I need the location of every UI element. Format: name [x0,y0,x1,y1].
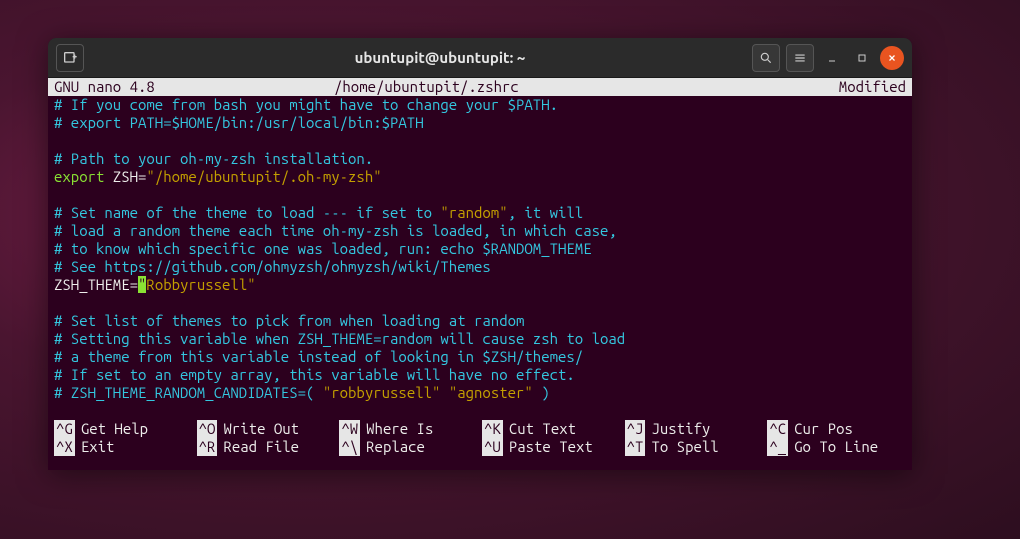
titlebar-left [56,44,176,72]
close-button[interactable] [880,46,904,70]
shortcut-to-spell: ^TTo Spell [625,438,764,456]
editor-line: # Setting this variable when ZSH_THEME=r… [54,330,625,347]
editor-line: # See https://github.com/ohmyzsh/ohmyzsh… [54,258,491,275]
nano-shortcuts-row1: ^GGet Help ^OWrite Out ^WWhere Is ^KCut … [48,420,912,438]
editor-line: # to know which specific one was loaded,… [54,240,592,257]
editor-line: export ZSH="/home/ubuntupit/.oh-my-zsh" [54,168,906,186]
editor-line: # a theme from this variable instead of … [54,348,583,365]
window-title: ubuntupit@ubuntupit: ~ [176,49,704,66]
editor-line: ZSH_THEME="Robbyrussell" [54,276,906,294]
titlebar-right [704,44,904,72]
editor-line: # Set list of themes to pick from when l… [54,312,524,329]
editor-line [54,402,906,420]
shortcut-cur-pos: ^CCur Pos [767,420,906,438]
editor-line: # If you come from bash you might have t… [54,96,558,113]
shortcut-exit: ^XExit [54,438,193,456]
terminal-window: ubuntupit@ubuntupit: ~ GNU nano 4.8 /hom… [48,38,912,470]
minimize-button[interactable] [820,46,844,70]
search-button[interactable] [752,44,780,72]
editor-line: # export PATH=$HOME/bin:/usr/local/bin:$… [54,114,424,131]
editor-content[interactable]: # If you come from bash you might have t… [48,96,912,420]
shortcut-read-file: ^RRead File [197,438,336,456]
editor-line [54,294,906,312]
shortcut-justify: ^JJustify [625,420,764,438]
terminal-area[interactable]: GNU nano 4.8 /home/ubuntupit/.zshrc Modi… [48,78,912,456]
shortcut-get-help: ^GGet Help [54,420,193,438]
editor-line: # ZSH_THEME_RANDOM_CANDIDATES=( "robbyru… [54,384,906,402]
shortcut-go-to-line: ^_Go To Line [767,438,906,456]
editor-line: # Path to your oh-my-zsh installation. [54,150,373,167]
nano-version: GNU nano 4.8 [54,78,334,96]
editor-line: # If set to an empty array, this variabl… [54,366,575,383]
nano-shortcuts-row2: ^XExit ^RRead File ^\Replace ^UPaste Tex… [48,438,912,456]
editor-line [54,132,906,150]
editor-line: # Set name of the theme to load --- if s… [54,204,906,222]
shortcut-paste-text: ^UPaste Text [482,438,621,456]
shortcut-cut-text: ^KCut Text [482,420,621,438]
nano-filepath: /home/ubuntupit/.zshrc [334,78,806,96]
shortcut-where-is: ^WWhere Is [339,420,478,438]
editor-line [54,186,906,204]
titlebar: ubuntupit@ubuntupit: ~ [48,38,912,78]
nano-header: GNU nano 4.8 /home/ubuntupit/.zshrc Modi… [48,78,912,96]
menu-button[interactable] [786,44,814,72]
maximize-button[interactable] [850,46,874,70]
new-tab-button[interactable] [56,44,84,72]
shortcut-replace: ^\Replace [339,438,478,456]
editor-line: # load a random theme each time oh-my-zs… [54,222,617,239]
shortcut-write-out: ^OWrite Out [197,420,336,438]
nano-status: Modified [806,78,906,96]
